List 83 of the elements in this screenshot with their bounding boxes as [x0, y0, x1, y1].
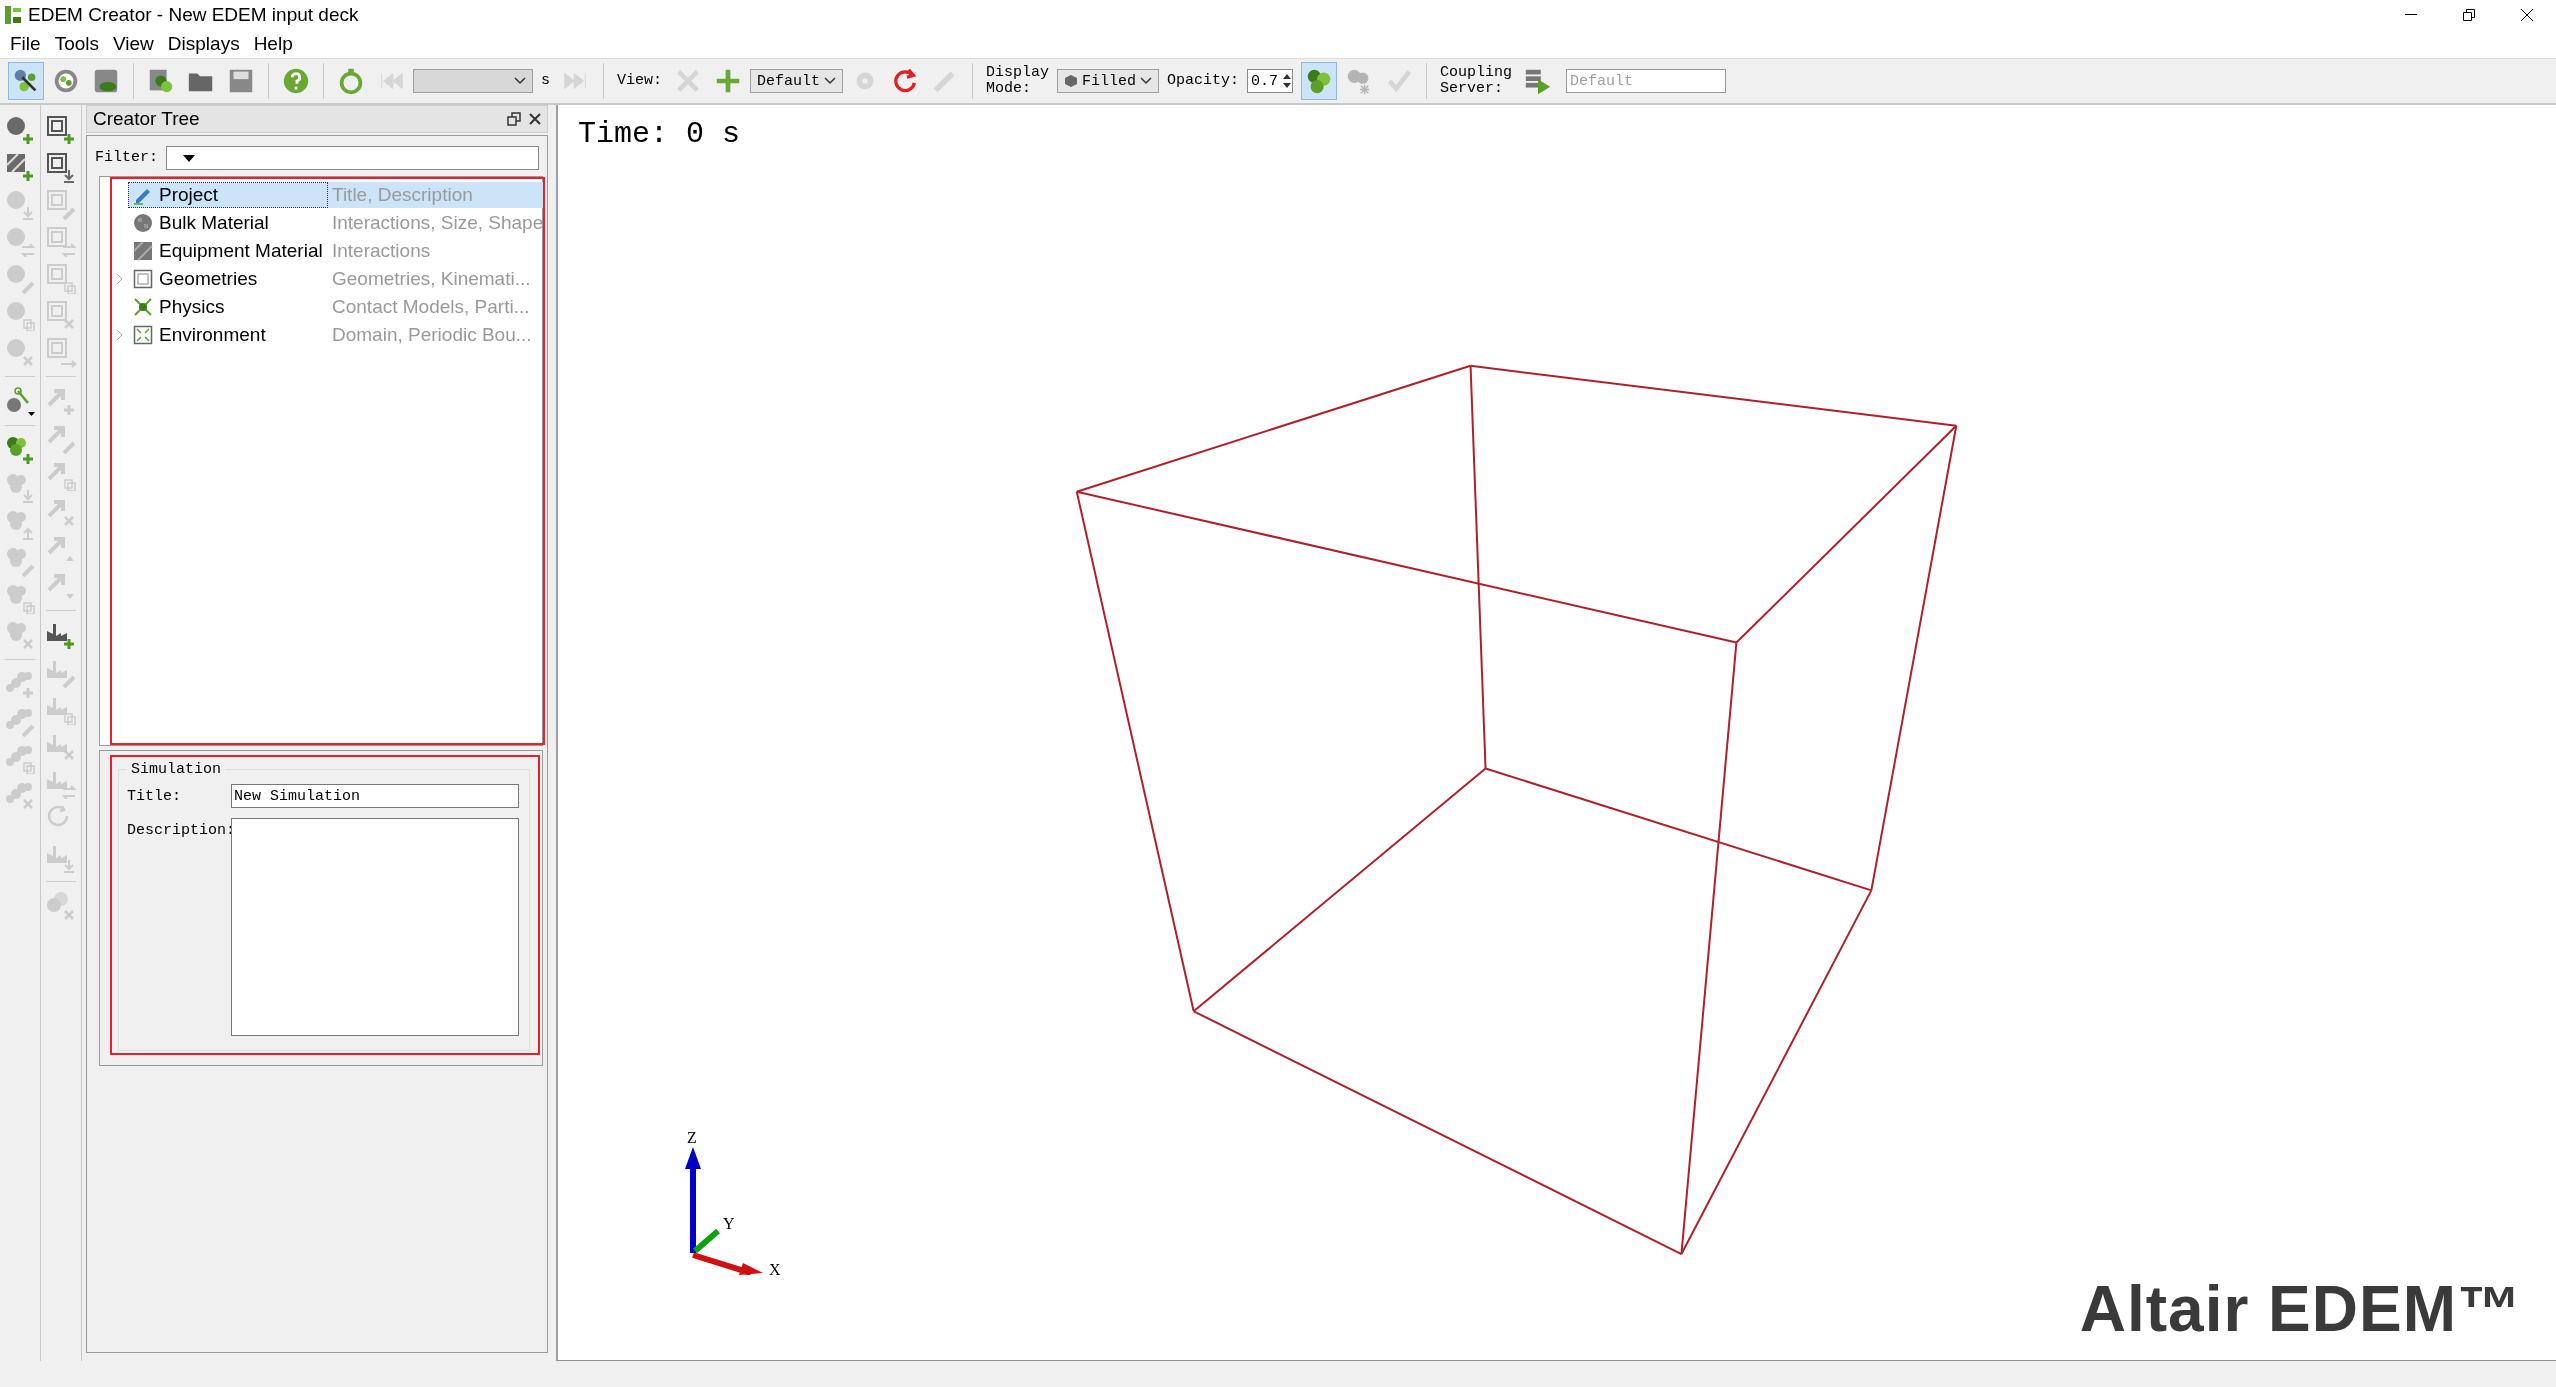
filter-label: Filter:	[95, 150, 158, 166]
box-tool-icon	[45, 262, 77, 294]
tree-item-info: Interactions, Size, Shape	[331, 211, 544, 235]
toolbar-label: s	[541, 73, 550, 89]
cluster-tool-icon	[4, 508, 36, 540]
app-icon	[4, 5, 22, 25]
sphere-tool-icon	[4, 262, 36, 294]
toolbar-button[interactable]	[1301, 62, 1338, 100]
box-tool-icon	[45, 151, 77, 183]
cluster-tool-icon	[4, 582, 36, 614]
tree-item[interactable]: Physics	[128, 294, 328, 320]
tree-item[interactable]: Project	[128, 182, 328, 208]
logo: Altair EDEM™	[2079, 1272, 2522, 1346]
tree-item-info: Interactions	[331, 239, 432, 263]
axis-label: Z	[687, 1129, 697, 1146]
toolbar-label: Opacity:	[1167, 73, 1240, 89]
panel-title: Creator Tree	[93, 108, 201, 130]
3d-viewport[interactable]: Time: 0 s X Y Z Altair EDEM™	[556, 105, 2556, 1361]
axis-label: Y	[723, 1215, 735, 1232]
undock-icon[interactable]	[507, 112, 521, 126]
field-label: Title:	[127, 787, 182, 807]
box-tool-icon	[45, 299, 77, 331]
square-icon	[133, 269, 153, 289]
sphere-tool-icon	[4, 114, 36, 146]
sphere-tool-icon	[4, 336, 36, 368]
axis-label: X	[769, 1261, 781, 1275]
spin-arrows-icon	[1282, 72, 1293, 90]
tree-item[interactable]: Equipment Material	[128, 238, 328, 264]
dropdown-caret-icon	[824, 77, 837, 85]
toolbar-label: Display	[986, 65, 1050, 81]
box-tool-icon	[45, 114, 77, 146]
restore-icon	[2463, 9, 2475, 21]
group-title: Simulation	[130, 761, 222, 778]
close-icon[interactable]	[529, 113, 541, 125]
sphere-tool-icon	[4, 188, 36, 220]
physics-icon	[133, 297, 153, 317]
box-tool-icon	[45, 225, 77, 257]
close-icon	[2521, 9, 2533, 21]
menu-item[interactable]: Help	[247, 33, 301, 55]
toolbar-label: Server:	[1440, 81, 1505, 97]
cluster-tool-icon	[4, 471, 36, 503]
tree-item[interactable]: Environment	[128, 322, 328, 348]
window-title: EDEM Creator - New EDEM input deck	[28, 4, 360, 26]
tree-item-info: Title, Description	[328, 182, 544, 208]
cluster-tool-icon	[4, 545, 36, 577]
menu-item[interactable]: File	[4, 33, 49, 55]
wand-tool-icon	[4, 385, 36, 417]
tree-item[interactable]: Geometries	[128, 266, 328, 292]
tree-item-info: Contact Models, Parti...	[331, 295, 531, 319]
domain-icon	[133, 325, 153, 345]
box-tool-icon	[45, 188, 77, 220]
field-label: Description:	[127, 821, 231, 841]
sphere-tool-icon	[4, 299, 36, 331]
tree-item-info: Geometries, Kinemati...	[331, 267, 532, 291]
hatched-square-icon	[133, 241, 153, 261]
menu-item[interactable]: Tools	[48, 33, 107, 55]
minimize-icon	[2405, 14, 2417, 16]
toolbar-label: View:	[617, 73, 663, 89]
toolbar-label: Coupling	[1440, 65, 1513, 81]
box-tool-icon	[45, 336, 77, 368]
filter-dropdown[interactable]	[166, 146, 539, 170]
title-field[interactable]: New Simulation	[231, 784, 519, 808]
dropdown-caret-icon	[514, 77, 526, 85]
tree-item-info: Domain, Periodic Bou...	[331, 323, 533, 347]
help-icon	[281, 66, 311, 96]
toolbar-label: Mode:	[986, 81, 1033, 97]
cluster-tool-icon	[4, 434, 36, 466]
toolbar-button[interactable]	[8, 62, 44, 100]
time-label: Time: 0 s	[578, 117, 741, 151]
opacity-spinbox[interactable]: 0.7	[1247, 69, 1294, 93]
menu-item[interactable]: Displays	[161, 33, 248, 55]
sphere-tool-icon	[4, 225, 36, 257]
description-field[interactable]	[231, 818, 519, 1036]
menu-item[interactable]: View	[107, 33, 162, 55]
stripe-tool-icon	[4, 151, 36, 183]
sphere-icon	[133, 213, 153, 233]
dropdown-caret-icon	[183, 154, 195, 162]
cluster-tool-icon	[4, 619, 36, 651]
checker-tool-icon	[45, 890, 77, 922]
dropdown[interactable]: Default	[750, 69, 844, 93]
tree-item[interactable]: Bulk Material	[128, 210, 328, 236]
dropdown-caret-icon	[1140, 77, 1153, 85]
dropdown[interactable]: Filled	[1057, 69, 1160, 93]
